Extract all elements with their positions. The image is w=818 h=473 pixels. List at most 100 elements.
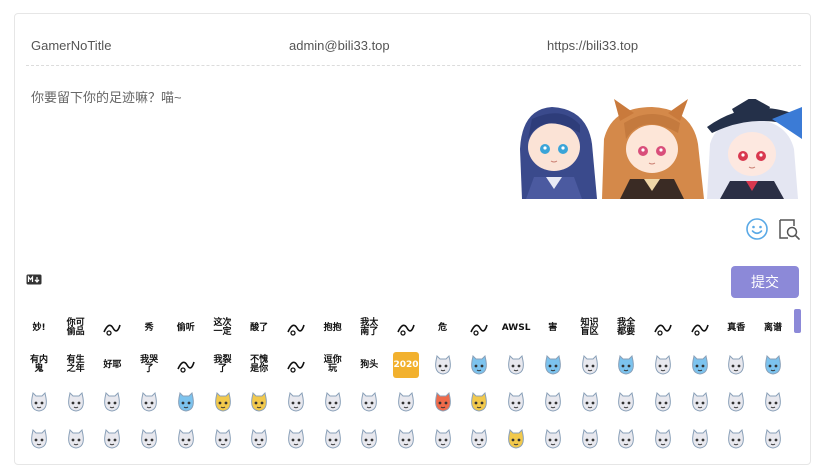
emoji-face[interactable]	[613, 426, 639, 452]
emoji-face[interactable]	[687, 352, 713, 378]
emoji-face[interactable]	[356, 389, 382, 415]
emoji-face[interactable]	[760, 389, 786, 415]
emoji-sticker-text[interactable]: 我裂了	[210, 352, 236, 378]
emoji-sticker-text[interactable]: 偷听	[173, 315, 199, 341]
emoji-face[interactable]	[577, 352, 603, 378]
emoji-face[interactable]	[540, 426, 566, 452]
emoji-face[interactable]	[503, 389, 529, 415]
emoji-sticker-label: 狗头	[360, 359, 379, 370]
submit-button[interactable]: 提交	[731, 266, 799, 298]
emoji-face[interactable]	[173, 426, 199, 452]
emoji-sticker-label: 知识盲区	[580, 318, 599, 337]
emoji-face[interactable]	[723, 352, 749, 378]
emoji-face[interactable]	[650, 352, 676, 378]
emoji-face[interactable]	[356, 426, 382, 452]
emoji-sticker-text[interactable]: 酸了	[246, 315, 272, 341]
emoji-face[interactable]	[26, 426, 52, 452]
emoji-sticker-text[interactable]: 知识盲区	[577, 315, 603, 341]
emoji-face[interactable]	[430, 389, 456, 415]
emoji-face[interactable]	[136, 389, 162, 415]
emoji-sticker-label: 我裂了	[213, 355, 232, 374]
emoji-sticker-text[interactable]: 害	[540, 315, 566, 341]
emoji-face[interactable]	[136, 426, 162, 452]
emoji-face[interactable]	[540, 389, 566, 415]
emoji-face[interactable]	[26, 389, 52, 415]
emoji-face[interactable]	[723, 426, 749, 452]
emoji-face[interactable]	[246, 426, 272, 452]
emoji-face[interactable]	[283, 426, 309, 452]
emoji-sticker-text[interactable]	[466, 315, 492, 341]
emoji-face[interactable]	[650, 389, 676, 415]
emoji-sticker-text[interactable]	[99, 315, 125, 341]
emoji-face[interactable]	[760, 426, 786, 452]
emoji-sticker-text[interactable]: 这次一定	[210, 315, 236, 341]
emoji-sticker-text[interactable]: 2020	[393, 352, 419, 378]
character-orange-hair	[602, 99, 704, 199]
emoji-face[interactable]	[246, 389, 272, 415]
emoji-face[interactable]	[466, 389, 492, 415]
emoji-sticker-text[interactable]	[283, 352, 309, 378]
anime-characters-illustration	[520, 99, 802, 199]
emoji-sticker-text[interactable]: 逗你玩	[320, 352, 346, 378]
emoji-face[interactable]	[613, 389, 639, 415]
emoji-face[interactable]	[466, 426, 492, 452]
emoji-face[interactable]	[650, 426, 676, 452]
emoji-sticker-text[interactable]: 我太南了	[356, 315, 382, 341]
emoji-face[interactable]	[613, 352, 639, 378]
emoji-sticker-text[interactable]	[283, 315, 309, 341]
emoji-face[interactable]	[393, 426, 419, 452]
character-blue-hair	[520, 107, 597, 199]
emoji-face[interactable]	[430, 352, 456, 378]
smile-face-icon[interactable]	[745, 217, 769, 241]
emoji-sticker-text[interactable]: 抱抱	[320, 315, 346, 341]
emoji-face[interactable]	[577, 426, 603, 452]
emoji-sticker-text[interactable]	[173, 352, 199, 378]
emoji-face[interactable]	[723, 389, 749, 415]
emoji-face[interactable]	[687, 389, 713, 415]
emoji-sticker-label: 2020	[393, 359, 419, 370]
emoji-sticker-text[interactable]: 有生之年	[63, 352, 89, 378]
emoji-face[interactable]	[210, 426, 236, 452]
emoji-sticker-text[interactable]: 你可偷品	[63, 315, 89, 341]
emoji-sticker-label: 有内鬼	[29, 355, 48, 374]
emoji-sticker-text[interactable]: 不愧是你	[246, 352, 272, 378]
emoji-face[interactable]	[99, 389, 125, 415]
emoji-sticker-text[interactable]	[393, 315, 419, 341]
emoji-sticker-text[interactable]: 离谱	[760, 315, 786, 341]
emoji-face[interactable]	[393, 389, 419, 415]
emoji-sticker-text[interactable]	[650, 315, 676, 341]
emoji-sticker-text[interactable]: 有内鬼	[26, 352, 52, 378]
emoji-face[interactable]	[63, 426, 89, 452]
emoji-face[interactable]	[99, 426, 125, 452]
email-input[interactable]	[289, 32, 529, 60]
emoji-face[interactable]	[503, 352, 529, 378]
emoji-face[interactable]	[466, 352, 492, 378]
emoji-sticker-text[interactable]: AWSL	[502, 315, 531, 341]
emoji-face[interactable]	[173, 389, 199, 415]
emoji-face[interactable]	[320, 426, 346, 452]
nickname-input[interactable]	[31, 32, 271, 60]
emoji-face[interactable]	[430, 426, 456, 452]
emoji-sticker-text[interactable]	[687, 315, 713, 341]
emoji-face[interactable]	[283, 389, 309, 415]
emoji-sticker-text[interactable]: 我全都要	[613, 315, 639, 341]
emoji-face[interactable]	[540, 352, 566, 378]
emoji-sticker-text[interactable]: 秀	[136, 315, 162, 341]
emoji-sticker-text[interactable]: 狗头	[356, 352, 382, 378]
emoji-face[interactable]	[687, 426, 713, 452]
emoji-sticker-text[interactable]: 我哭了	[136, 352, 162, 378]
website-input[interactable]	[547, 32, 787, 60]
emoji-face[interactable]	[577, 389, 603, 415]
markdown-icon	[26, 274, 42, 285]
emoji-panel-scrollbar[interactable]	[794, 309, 801, 333]
emoji-sticker-text[interactable]: 好耶	[99, 352, 125, 378]
emoji-face[interactable]	[320, 389, 346, 415]
emoji-sticker-text[interactable]: 真香	[723, 315, 749, 341]
preview-search-icon[interactable]	[777, 217, 801, 241]
emoji-face[interactable]	[210, 389, 236, 415]
emoji-face[interactable]	[760, 352, 786, 378]
emoji-face[interactable]	[503, 426, 529, 452]
emoji-sticker-text[interactable]: 危	[430, 315, 456, 341]
emoji-sticker-text[interactable]: 妙!	[26, 315, 52, 341]
emoji-face[interactable]	[63, 389, 89, 415]
